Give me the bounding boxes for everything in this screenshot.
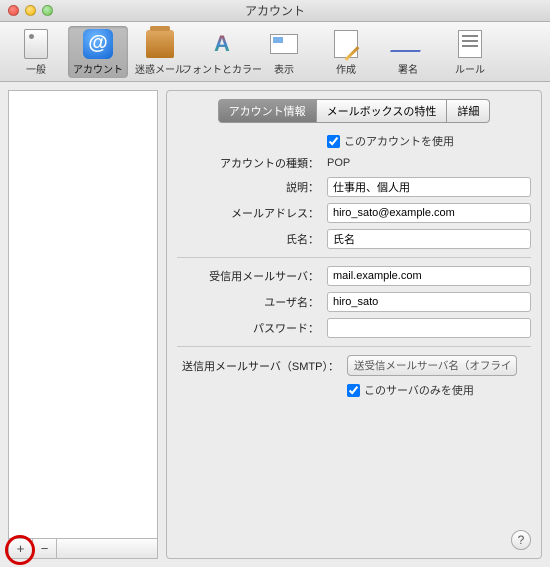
smtp-only-checkbox[interactable] xyxy=(347,384,360,397)
enable-account-label: このアカウントを使用 xyxy=(344,133,454,149)
incoming-server-label: 受信用メールサーバ： xyxy=(177,268,327,284)
toolbar-label: ルール xyxy=(455,61,485,76)
add-account-button[interactable]: + xyxy=(9,539,33,558)
toolbar-item-fonts[interactable]: A フォントとカラー xyxy=(192,26,252,78)
accounts-list[interactable] xyxy=(8,90,158,539)
window-icon xyxy=(268,28,300,60)
username-label: ユーザ名： xyxy=(177,294,327,310)
help-button[interactable]: ? xyxy=(511,530,531,550)
smtp-server-select[interactable]: 送受信メールサーバ名（オフライ xyxy=(347,355,517,376)
window-title: アカウント xyxy=(0,2,550,19)
rules-icon xyxy=(454,28,486,60)
toolbar-item-viewing[interactable]: 表示 xyxy=(254,26,314,78)
toolbar-item-compose[interactable]: 作成 xyxy=(316,26,376,78)
smtp-only-label: このサーバのみを使用 xyxy=(364,382,474,398)
toolbar-label: 一般 xyxy=(26,61,46,76)
smtp-selected-value: 送受信メールサーバ名（オフライ xyxy=(354,358,511,373)
section-divider xyxy=(177,346,531,347)
tab-advanced[interactable]: 詳細 xyxy=(447,99,490,123)
enable-account-checkbox[interactable] xyxy=(327,135,340,148)
toolbar-label: 作成 xyxy=(336,61,356,76)
toolbar-item-junk[interactable]: 迷惑メール xyxy=(130,26,190,78)
at-icon: @ xyxy=(82,28,114,60)
signature-icon xyxy=(392,28,424,60)
zoom-window-button[interactable] xyxy=(42,5,53,16)
tab-account-info[interactable]: アカウント情報 xyxy=(218,99,317,123)
section-divider xyxy=(177,257,531,258)
incoming-server-input[interactable] xyxy=(327,266,531,286)
smtp-server-label: 送信用メールサーバ（SMTP）： xyxy=(177,358,347,374)
font-icon: A xyxy=(206,28,238,60)
toolbar-label: フォントとカラー xyxy=(182,61,262,76)
sidebar-button-spacer xyxy=(57,539,157,558)
email-label: メールアドレス： xyxy=(177,205,327,221)
remove-account-button[interactable]: − xyxy=(33,539,57,558)
description-label: 説明： xyxy=(177,179,327,195)
preferences-toolbar: 一般 @ アカウント 迷惑メール A フォントとカラー 表示 作成 署名 ルール xyxy=(0,22,550,82)
toolbar-item-general[interactable]: 一般 xyxy=(6,26,66,78)
pencil-icon xyxy=(330,28,362,60)
toolbar-item-signature[interactable]: 署名 xyxy=(378,26,438,78)
trash-icon xyxy=(144,28,176,60)
detail-tabs: アカウント情報 メールボックスの特性 詳細 xyxy=(177,99,531,123)
tab-mailbox-behavior[interactable]: メールボックスの特性 xyxy=(317,99,448,123)
description-input[interactable] xyxy=(327,177,531,197)
toolbar-item-accounts[interactable]: @ アカウント xyxy=(68,26,128,78)
toolbar-label: 表示 xyxy=(274,61,294,76)
account-type-label: アカウントの種類： xyxy=(177,155,327,171)
toolbar-label: 迷惑メール xyxy=(135,61,185,76)
accounts-sidebar: + − xyxy=(8,90,158,559)
fullname-input[interactable] xyxy=(327,229,531,249)
toolbar-label: アカウント xyxy=(73,61,123,76)
password-input[interactable] xyxy=(327,318,531,338)
window-controls xyxy=(8,5,53,16)
account-detail-panel: アカウント情報 メールボックスの特性 詳細 このアカウントを使用 アカウントの種… xyxy=(166,90,542,559)
close-window-button[interactable] xyxy=(8,5,19,16)
username-input[interactable] xyxy=(327,292,531,312)
toolbar-label: 署名 xyxy=(398,61,418,76)
switch-icon xyxy=(20,28,52,60)
email-input[interactable] xyxy=(327,203,531,223)
window-titlebar: アカウント xyxy=(0,0,550,22)
account-type-value: POP xyxy=(327,157,531,169)
password-label: パスワード： xyxy=(177,320,327,336)
minimize-window-button[interactable] xyxy=(25,5,36,16)
fullname-label: 氏名： xyxy=(177,231,327,247)
toolbar-item-rules[interactable]: ルール xyxy=(440,26,500,78)
